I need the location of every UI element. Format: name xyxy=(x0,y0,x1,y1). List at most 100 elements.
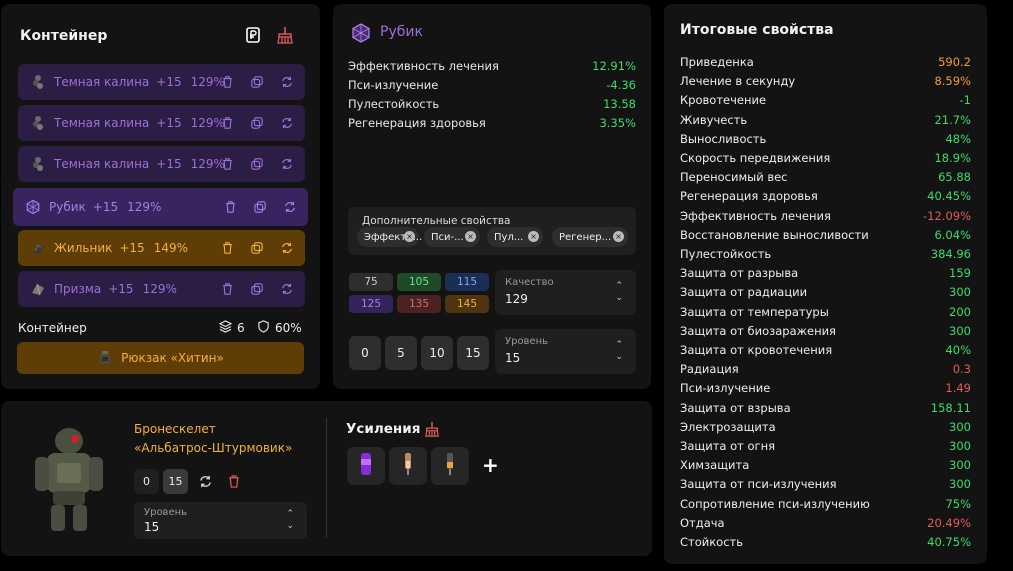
trash-icon[interactable] xyxy=(219,156,235,172)
copy-icon[interactable] xyxy=(249,115,265,131)
backpack-label: Рюкзак «Хитин» xyxy=(121,351,224,365)
quality-preset-button[interactable]: 105 xyxy=(397,273,441,291)
extra-property-chip[interactable]: Пси-... × xyxy=(424,227,480,247)
quality-value: 129 xyxy=(505,292,528,306)
quality-preset-button[interactable]: 125 xyxy=(349,295,393,313)
total-property-name: Переносимый вес xyxy=(680,170,788,185)
item-actions xyxy=(219,240,295,256)
add-boost-button[interactable]: + xyxy=(482,453,499,477)
item-actions xyxy=(219,281,295,297)
total-property-row: Восстановление выносливости 6.04% xyxy=(680,228,971,242)
boost-slot-energy-drink[interactable] xyxy=(347,447,385,485)
trash-icon[interactable] xyxy=(219,240,235,256)
chip-label: Регенер... xyxy=(559,231,612,243)
total-property-value: 48% xyxy=(945,131,971,146)
item-quality: 129% xyxy=(142,282,177,296)
total-property-name: Защита от биозаражения xyxy=(680,323,836,338)
container-item-row[interactable]: Рубик +15 129% xyxy=(13,188,308,226)
armor-level-select[interactable]: Уровень 15 ⌃ ⌄ xyxy=(134,502,307,539)
extra-property-chip[interactable]: Пул... × xyxy=(487,227,543,247)
total-property-value: 40.45% xyxy=(927,189,971,204)
total-property-row: Выносливость 48% xyxy=(680,132,971,146)
swap-icon[interactable] xyxy=(282,199,298,215)
swap-icon[interactable] xyxy=(279,115,295,131)
close-icon[interactable]: × xyxy=(613,231,624,242)
slots-value: 6 xyxy=(237,321,245,335)
property-value: -4.36 xyxy=(606,78,636,92)
swap-icon[interactable] xyxy=(279,240,295,256)
chip-label: Пси-... xyxy=(431,231,464,243)
level-preset-button[interactable]: 5 xyxy=(385,336,417,370)
artifact-property-row: Эффективность лечения 12.91% xyxy=(348,59,636,73)
property-value: 12.91% xyxy=(592,59,636,73)
close-icon[interactable]: × xyxy=(528,231,539,242)
trash-icon[interactable] xyxy=(219,115,235,131)
quality-select[interactable]: Качество 129 ⌃ ⌄ xyxy=(495,270,636,315)
copy-icon[interactable] xyxy=(249,74,265,90)
total-property-value: 200 xyxy=(949,304,971,319)
artifact-property-row: Пси-излучение -4.36 xyxy=(348,78,636,92)
artifact-title: Рубик xyxy=(380,24,423,40)
extra-property-chip[interactable]: Эффекти... × xyxy=(357,227,422,247)
close-icon[interactable]: × xyxy=(404,231,415,242)
property-name: Пси-излучение xyxy=(348,78,439,92)
copy-icon[interactable] xyxy=(249,281,265,297)
total-property-value: 1.49 xyxy=(945,381,971,396)
total-property-name: Лечение в секунду xyxy=(680,74,796,89)
armor-name-line1: Бронескелет xyxy=(134,422,216,436)
armor-level-15-button[interactable]: 15 xyxy=(163,469,188,494)
quality-preset-button[interactable]: 145 xyxy=(445,295,489,313)
broom-icon[interactable] xyxy=(276,26,294,44)
quality-preset-button[interactable]: 115 xyxy=(445,273,489,291)
backpack-button[interactable]: Рюкзак «Хитин» xyxy=(17,342,304,374)
total-property-value: 300 xyxy=(949,458,971,473)
container-panel: Контейнер Темная калина +15 129% Темная кал… xyxy=(1,4,320,389)
armor-level-0-button[interactable]: 0 xyxy=(134,469,159,494)
level-label: Уровень xyxy=(505,336,549,347)
trash-icon[interactable] xyxy=(219,74,235,90)
chevron-updown-icon: ⌃ ⌄ xyxy=(286,509,294,531)
copy-icon[interactable] xyxy=(252,199,268,215)
total-property-name: Радиация xyxy=(680,362,739,377)
container-item-row[interactable]: Темная калина +15 129% xyxy=(18,146,305,182)
container-item-row[interactable]: Жильник +15 149% xyxy=(18,230,305,266)
swap-icon[interactable] xyxy=(279,281,295,297)
trash-icon[interactable] xyxy=(221,469,246,494)
protection-stat: 60% xyxy=(257,320,302,336)
level-preset-button[interactable]: 0 xyxy=(349,336,381,370)
total-property-name: Восстановление выносливости xyxy=(680,227,869,242)
item-quality: 149% xyxy=(153,241,188,255)
property-name: Регенерация здоровья xyxy=(348,116,486,130)
item-upgrade: +15 xyxy=(92,200,119,214)
container-item-row[interactable]: Призма +15 129% xyxy=(18,271,305,307)
armor-level-label: Уровень xyxy=(144,507,188,518)
extra-property-chip[interactable]: Регенер... × xyxy=(552,227,628,247)
total-property-row: Защита от биозаражения 300 xyxy=(680,324,971,338)
boost-slot-syringe[interactable] xyxy=(389,447,427,485)
total-property-row: Химзащита 300 xyxy=(680,458,971,472)
boost-slot-injector[interactable] xyxy=(431,447,469,485)
armor-panel: Бронескелет «Альбатрос-Штурмовик» 0 15 У… xyxy=(1,401,652,556)
container-item-row[interactable]: Темная калина +15 129% xyxy=(18,64,305,100)
copy-icon[interactable] xyxy=(249,156,265,172)
container-item-row[interactable]: Темная калина +15 129% xyxy=(18,105,305,141)
total-property-value: 300 xyxy=(949,419,971,434)
level-preset-button[interactable]: 10 xyxy=(421,336,453,370)
total-property-name: Приведенка xyxy=(680,55,754,69)
close-icon[interactable]: × xyxy=(465,231,476,242)
backpack-icon xyxy=(97,349,113,368)
quality-preset-button[interactable]: 135 xyxy=(397,295,441,313)
level-select[interactable]: Уровень 15 ⌃ ⌄ xyxy=(495,329,636,374)
broom-icon[interactable] xyxy=(424,421,440,441)
copy-icon[interactable] xyxy=(249,240,265,256)
quality-preset-button[interactable]: 75 xyxy=(349,273,393,291)
swap-icon[interactable] xyxy=(193,469,218,494)
trash-icon[interactable] xyxy=(219,281,235,297)
ruble-icon[interactable] xyxy=(244,26,262,44)
swap-icon[interactable] xyxy=(279,74,295,90)
divider xyxy=(326,418,327,538)
swap-icon[interactable] xyxy=(279,156,295,172)
trash-icon[interactable] xyxy=(222,199,238,215)
level-preset-button[interactable]: 15 xyxy=(457,336,489,370)
total-property-value: 300 xyxy=(949,439,971,453)
